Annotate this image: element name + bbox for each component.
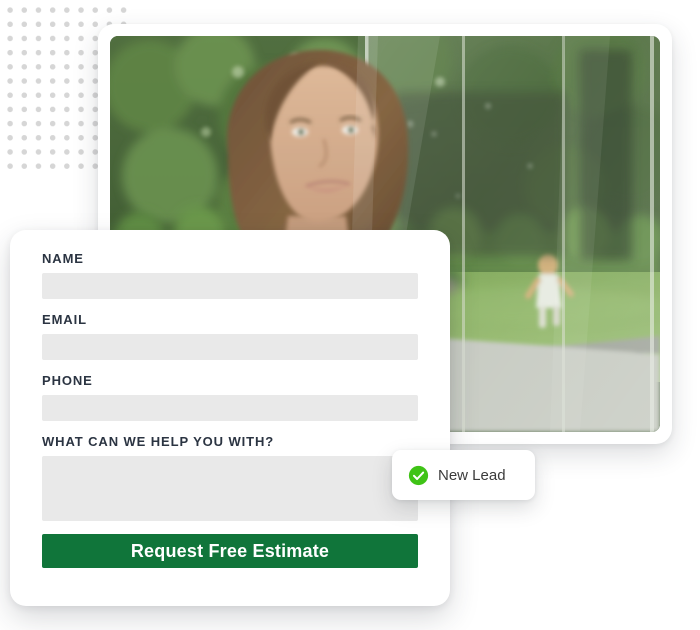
email-label: EMAIL: [42, 312, 87, 327]
request-free-estimate-button[interactable]: Request Free Estimate: [42, 534, 418, 568]
check-circle-icon: [408, 465, 429, 485]
new-lead-notification[interactable]: New Lead: [392, 450, 535, 500]
email-input[interactable]: [42, 334, 418, 360]
message-label: WHAT CAN WE HELP YOU WITH?: [42, 434, 275, 449]
new-lead-label: New Lead: [438, 466, 506, 484]
phone-input[interactable]: [42, 395, 418, 421]
lead-capture-form-card: NAME EMAIL PHONE WHAT CAN WE HELP YOU WI…: [10, 230, 450, 606]
name-label: NAME: [42, 251, 84, 266]
message-textarea[interactable]: [42, 456, 418, 521]
name-input[interactable]: [42, 273, 418, 299]
phone-label: PHONE: [42, 373, 93, 388]
